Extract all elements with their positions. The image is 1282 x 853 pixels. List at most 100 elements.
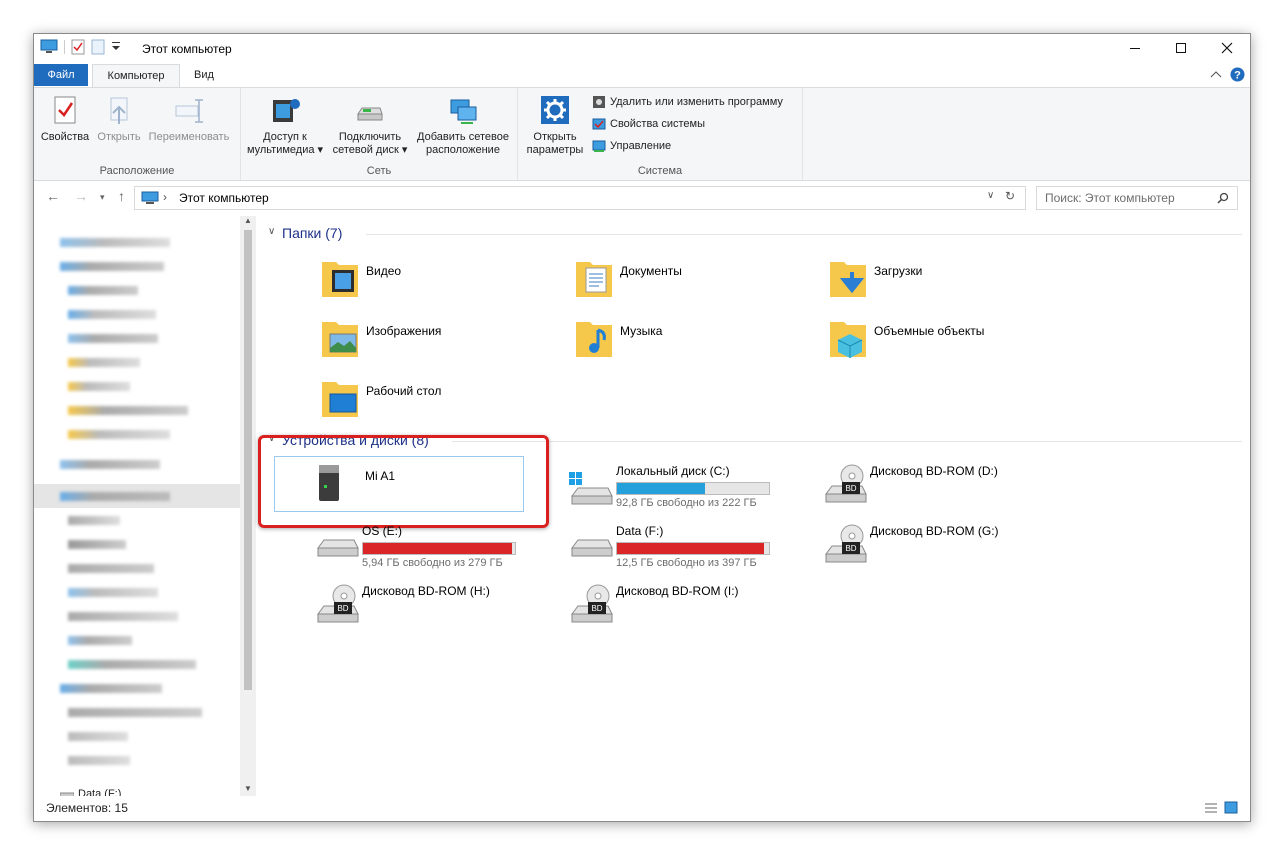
map-network-drive-button[interactable]: Подключить сетевой диск ▾ [331, 94, 409, 157]
properties-button[interactable]: Свойства [40, 94, 90, 144]
system-properties-button[interactable]: Свойства системы [592, 117, 705, 131]
add-network-location-button[interactable]: Добавить сетевое расположение [413, 94, 513, 157]
rename-button[interactable]: Переименовать [144, 94, 234, 144]
nav-item[interactable] [68, 286, 138, 295]
breadcrumb-chevron-icon[interactable]: › [163, 190, 167, 204]
address-dropdown-icon[interactable]: ∨ [987, 190, 994, 201]
drive-e[interactable]: OS (E:) 5,94 ГБ свободно из 279 ГБ [314, 520, 564, 576]
details-view-icon[interactable] [1204, 802, 1218, 814]
folder-3d-objects[interactable]: Объемные объекты [828, 316, 1068, 366]
drive-usage-fill [617, 483, 706, 494]
folder-pictures[interactable]: Изображения [320, 316, 560, 366]
pictures-folder-icon [322, 322, 358, 357]
nav-item[interactable] [68, 430, 170, 439]
uninstall-program-button[interactable]: Удалить или изменить программу [592, 95, 783, 109]
downloads-folder-icon [830, 262, 866, 297]
address-bar[interactable]: › Этот компьютер ∨ ↻ [134, 186, 1026, 210]
drive-label: Дисковод BD-ROM (G:) [870, 524, 999, 538]
nav-item[interactable] [60, 238, 170, 247]
drive-bd-i[interactable]: BD Дисковод BD-ROM (I:) [568, 580, 818, 636]
nav-item[interactable] [68, 588, 158, 597]
open-settings-button[interactable]: Открыть параметры [522, 94, 588, 157]
nav-item[interactable] [68, 612, 178, 621]
drive-icon [317, 539, 359, 557]
new-folder-qat-icon[interactable] [91, 39, 105, 55]
minimize-button[interactable] [1112, 34, 1158, 62]
folder-label: Объемные объекты [874, 324, 985, 338]
drive-f[interactable]: Data (F:) 12,5 ГБ свободно из 397 ГБ [568, 520, 818, 576]
video-folder-icon [322, 262, 358, 297]
large-icons-view-icon[interactable] [1224, 801, 1238, 814]
nav-item[interactable] [68, 382, 130, 391]
nav-item[interactable] [68, 310, 156, 319]
nav-item[interactable] [68, 358, 140, 367]
folder-label: Изображения [366, 324, 442, 338]
nav-item[interactable] [68, 708, 202, 717]
map-drive-dropdown-icon: ▾ [398, 144, 408, 156]
breadcrumb-current[interactable]: Этот компьютер [179, 191, 269, 205]
nav-item[interactable] [68, 636, 132, 645]
properties-qat-icon[interactable] [71, 39, 85, 55]
nav-item[interactable] [60, 460, 160, 469]
open-icon [110, 97, 128, 124]
back-arrow-icon[interactable]: ← [46, 188, 60, 204]
open-button[interactable]: Открыть [94, 94, 144, 144]
folders-collapse-icon[interactable]: ∨ [268, 226, 275, 237]
drive-bd-g[interactable]: BD Дисковод BD-ROM (G:) [822, 520, 1072, 576]
nav-item[interactable] [68, 334, 158, 343]
tab-computer[interactable]: Компьютер [92, 64, 180, 87]
nav-item[interactable] [68, 732, 128, 741]
desktop-folder-icon [322, 382, 358, 417]
status-bar: Элементов: 15 [34, 796, 1250, 821]
refresh-icon[interactable]: ↻ [1005, 189, 1015, 203]
map-drive-label-2: сетевой диск [332, 144, 399, 156]
navigation-pane[interactable]: Data (F:) [34, 216, 258, 800]
folder-downloads[interactable]: Загрузки [828, 256, 1068, 306]
drive-c[interactable]: Локальный диск (C:) 92,8 ГБ свободно из … [568, 460, 818, 516]
close-button[interactable] [1204, 34, 1250, 62]
folder-documents[interactable]: Документы [574, 256, 814, 306]
up-arrow-icon[interactable]: ↑ [118, 188, 125, 204]
drive-bd-d[interactable]: BD Дисковод BD-ROM (D:) [822, 460, 1072, 516]
search-input[interactable]: Поиск: Этот компьютер [1045, 191, 1175, 205]
drive-free-space: 92,8 ГБ свободно из 222 ГБ [616, 497, 757, 509]
uninstall-icon [593, 96, 605, 108]
nav-item[interactable] [68, 756, 130, 765]
nav-scroll-thumb[interactable] [244, 230, 252, 690]
scroll-up-icon[interactable]: ▲ [244, 216, 252, 225]
folder-video[interactable]: Видео [320, 256, 560, 306]
search-box[interactable]: Поиск: Этот компьютер [1036, 186, 1238, 210]
bd-rom-icon: BD [825, 464, 867, 503]
nav-item[interactable] [68, 516, 120, 525]
nav-item[interactable] [60, 492, 170, 501]
ribbon-group-location: Свойства Открыть Переименовать Расположе… [34, 88, 241, 180]
collapse-ribbon-icon[interactable] [1210, 70, 1222, 80]
nav-item[interactable] [60, 684, 162, 693]
drive-label: Дисковод BD-ROM (I:) [616, 584, 739, 598]
nav-scrollbar[interactable]: ▲ ▼ [240, 216, 256, 796]
maximize-button[interactable] [1158, 34, 1204, 62]
help-icon[interactable]: ? [1230, 67, 1245, 82]
nav-item[interactable] [60, 262, 164, 271]
qat-dropdown-icon[interactable] [111, 41, 121, 53]
system-properties-icon [592, 118, 606, 130]
forward-arrow-icon[interactable]: → [74, 188, 88, 204]
nav-item[interactable] [68, 564, 154, 573]
ribbon-group-system: Открыть параметры Удалить или изменить п… [518, 88, 803, 180]
folders-header[interactable]: Папки (7) [282, 225, 342, 241]
media-access-button[interactable]: Доступ к мультимедиа ▾ [245, 94, 325, 157]
recent-locations-icon[interactable]: ▾ [100, 192, 105, 203]
svg-text:BD: BD [337, 604, 348, 613]
folder-desktop[interactable]: Рабочий стол [320, 376, 560, 426]
nav-item[interactable] [68, 540, 126, 549]
nav-item[interactable] [68, 660, 196, 669]
nav-item[interactable] [68, 406, 188, 415]
tab-view[interactable]: Вид [182, 64, 226, 86]
drive-bd-h[interactable]: BD Дисковод BD-ROM (H:) [314, 580, 564, 636]
manage-button[interactable]: Управление [592, 139, 671, 153]
search-icon[interactable] [1217, 192, 1229, 204]
scroll-down-icon[interactable]: ▼ [244, 784, 252, 793]
tab-file[interactable]: Файл [34, 64, 88, 86]
folder-music[interactable]: Музыка [574, 316, 814, 366]
windows-drive-icon [569, 472, 613, 505]
